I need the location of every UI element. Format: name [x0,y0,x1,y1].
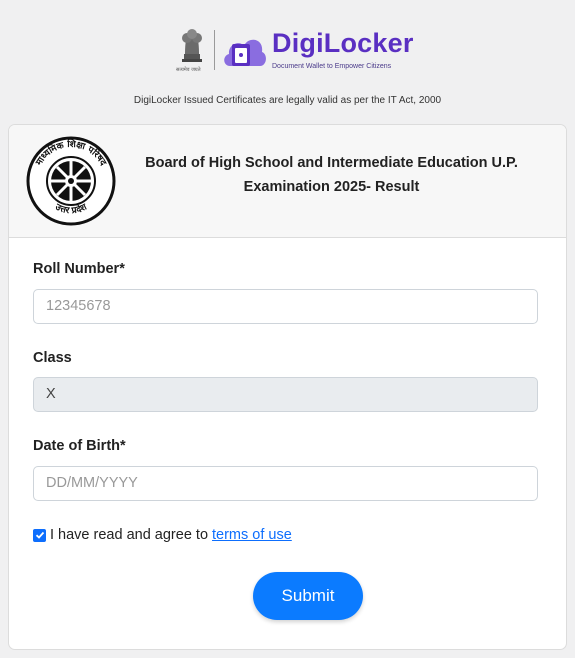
board-title: Board of High School and Intermediate Ed… [119,151,544,199]
class-label: Class [33,350,72,366]
roll-number-input[interactable]: 12345678 [33,289,538,324]
terms-of-use-link[interactable]: terms of use [212,527,292,543]
result-form-card: माध्यमिक शिक्षा परिषद उत्तर प्रदेश Board… [8,124,567,650]
class-field: X [33,377,538,412]
up-board-logo: माध्यमिक शिक्षा परिषद उत्तर प्रदेश [26,136,116,226]
submit-button[interactable]: Submit [253,572,363,620]
checkmark-icon [35,531,44,539]
digilocker-cloud-icon [224,39,266,66]
agree-checkbox[interactable] [33,528,46,542]
board-title-line1: Board of High School and Intermediate Ed… [145,155,518,171]
agree-text: I have read and agree to [50,527,209,543]
digilocker-wordmark: DigiLocker [272,28,414,58]
digilocker-header: सत्यमेव जयते DigiLocker Document Wallet … [0,22,575,78]
dob-label: Date of Birth* [33,438,126,454]
roll-number-label: Roll Number* [33,261,125,277]
header-divider [214,30,215,70]
terms-agreement: I have read and agree to terms of use [33,526,292,544]
board-title-line2: Examination 2025- Result [243,179,420,195]
card-header: माध्यमिक शिक्षा परिषद उत्तर प्रदेश Board… [9,125,566,238]
dob-input[interactable]: DD/MM/YYYY [33,466,538,501]
digilocker-tagline: Document Wallet to Empower Citizens [272,63,392,70]
emblem-caption: सत्यमेव जयते [176,67,201,73]
legal-validity-note: DigiLocker Issued Certificates are legal… [133,95,442,106]
